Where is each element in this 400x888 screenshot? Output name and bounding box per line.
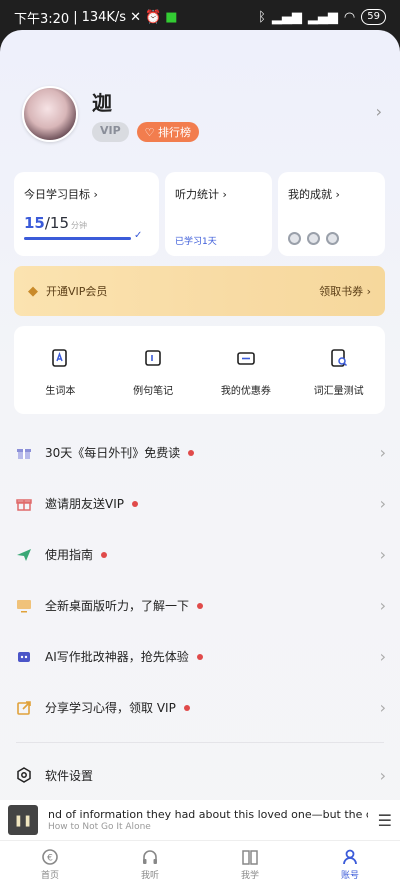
notification-dot (188, 449, 195, 456)
home-icon: € (41, 848, 59, 866)
album-cover[interactable]: ❚❚ (8, 805, 38, 835)
present-icon (16, 496, 32, 512)
goal-count: 15/15 分钟 (24, 214, 88, 232)
diamond-icon: ◆ (28, 283, 38, 299)
signal-icon: ▂▄▆ (271, 9, 302, 25)
listening-stats-title: 听力统计 (175, 188, 219, 201)
network-speed: 134K/s (81, 9, 127, 25)
divider (16, 742, 384, 743)
vip-membership-banner[interactable]: ◆ 开通VIP会员 领取书券 › (14, 266, 385, 316)
listening-stats-card[interactable]: 听力统计 › 已学习1天 (165, 172, 272, 256)
headphones-icon (141, 848, 159, 866)
menu-item-share-experience[interactable]: 分享学习心得，领取 VIP › (0, 682, 400, 733)
bluetooth-icon: ᛒ (258, 9, 266, 25)
medal-icon (307, 232, 320, 245)
chevron-right-icon: › (379, 545, 386, 564)
app-notification-icon: ■ (165, 9, 178, 25)
coupon-icon (236, 348, 256, 368)
chevron-right-icon: › (379, 647, 386, 666)
quick-actions: 生词本 例句笔记 我的优惠券 词汇量测试 (14, 326, 385, 414)
leaderboard-button[interactable]: ♡ 排行榜 (136, 121, 200, 142)
medal-icon (326, 232, 339, 245)
menu-item-ai-writing[interactable]: AI写作批改神器，抢先体验 › (0, 631, 400, 682)
paper-plane-icon (16, 547, 32, 563)
mute-icon: ✕ (130, 9, 141, 25)
svg-text:€: € (47, 854, 53, 864)
desktop-icon (16, 598, 32, 614)
vip-banner-label: 开通VIP会员 (46, 285, 108, 298)
quick-action-vocab-test[interactable]: 词汇量测试 (292, 326, 385, 414)
daily-goal-title: 今日学习目标 (24, 188, 90, 201)
alarm-icon: ⏰ (145, 9, 162, 25)
battery-icon: 59 (361, 9, 386, 25)
book-icon (241, 848, 259, 866)
playlist-icon[interactable]: ☰ (378, 811, 392, 830)
chevron-right-icon: › (379, 765, 386, 785)
notification-dot (196, 653, 203, 660)
status-time: 下午3:20 (14, 11, 70, 27)
gift-icon (16, 445, 32, 461)
vocabulary-book-icon (50, 348, 70, 368)
status-bar: 下午3:20 | 134K/s ✕ ⏰ ■ ᛒ ▂▄▆ ▂▄▆ ◠ 59 (0, 0, 400, 34)
achievements-card[interactable]: 我的成就 › (278, 172, 385, 256)
menu-item-invite-friends[interactable]: 邀请朋友送VIP › (0, 478, 400, 529)
quick-action-coupons[interactable]: 我的优惠券 (200, 326, 293, 414)
tab-home[interactable]: € 首页 (0, 841, 100, 888)
menu-item-settings[interactable]: 软件设置 › (0, 747, 400, 803)
chevron-right-icon: › (379, 596, 386, 615)
check-icon: ✓ (134, 230, 143, 241)
signal-icon-2: ▂▄▆ (307, 9, 338, 25)
vocab-test-icon (329, 348, 349, 368)
menu-item-daily-magazine[interactable]: 30天《每日外刊》免费读 › (0, 427, 400, 478)
claim-vouchers-link[interactable]: 领取书券 › (319, 283, 371, 299)
tab-account[interactable]: 账号 (300, 841, 400, 888)
notification-dot (101, 551, 108, 558)
player-track-title: How to Not Go It Alone (48, 822, 151, 832)
quick-action-vocabulary-book[interactable]: 生词本 (14, 326, 107, 414)
medal-icon (288, 232, 301, 245)
daily-goal-card[interactable]: 今日学习目标 › 15/15 分钟 ✓ (14, 172, 159, 256)
chevron-right-icon: › (379, 443, 386, 462)
profile-header[interactable]: 迦 VIP ♡ 排行榜 › (22, 82, 382, 146)
menu-item-desktop-listening[interactable]: 全新桌面版听力，了解一下 › (0, 580, 400, 631)
learned-days: 已学习1天 (175, 237, 217, 247)
bottom-tab-bar: € 首页 我听 我学 账号 (0, 840, 400, 888)
avatar[interactable] (22, 86, 78, 142)
menu-item-user-guide[interactable]: 使用指南 › (0, 529, 400, 580)
notification-dot (183, 704, 190, 711)
quick-action-sentence-notes[interactable]: 例句笔记 (107, 326, 200, 414)
account-page: 迦 VIP ♡ 排行榜 › 今日学习目标 › 15/15 分钟 ✓ 听力统计 › … (0, 30, 400, 888)
wifi-icon: ◠ (343, 9, 356, 25)
share-icon (16, 700, 32, 716)
account-icon (341, 848, 359, 866)
robot-icon (16, 649, 32, 665)
player-subtitle-text: nd of information they had about this lo… (48, 808, 368, 821)
chevron-right-icon: › (379, 494, 386, 513)
tab-learn[interactable]: 我学 (200, 841, 300, 888)
vip-badge: VIP (92, 121, 129, 142)
tab-listen[interactable]: 我听 (100, 841, 200, 888)
notification-dot (197, 602, 204, 609)
mini-player[interactable]: ❚❚ nd of information they had about this… (0, 800, 400, 840)
username: 迦 (92, 90, 112, 115)
menu-list: 30天《每日外刊》免费读 › 邀请朋友送VIP › 使用指南 › 全新桌面版听力… (0, 427, 400, 733)
notes-icon (143, 348, 163, 368)
notification-dot (132, 500, 138, 507)
achievements-title: 我的成就 (288, 188, 332, 201)
settings-icon (16, 767, 32, 783)
chevron-right-icon: › (375, 102, 382, 121)
chevron-right-icon: › (379, 698, 386, 717)
goal-progress-bar (24, 237, 131, 240)
